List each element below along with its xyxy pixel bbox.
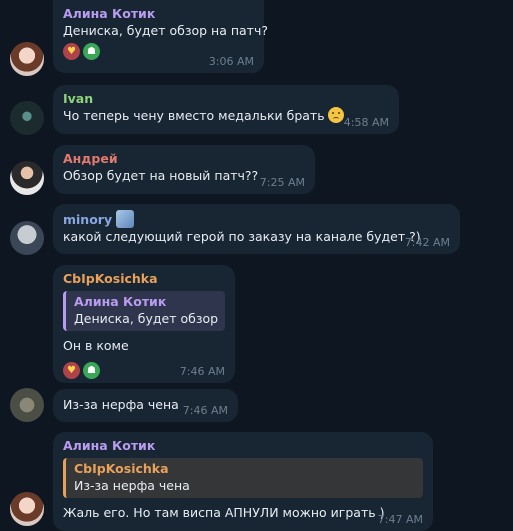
avatar-alina-icon[interactable] — [10, 492, 44, 526]
message-time: 7:46 AM — [179, 365, 225, 378]
message-bubble[interactable]: minory какой следующий герой по заказу н… — [53, 204, 460, 254]
message-bubble[interactable]: CbIpKosichka Алина Котик Дениска, будет … — [53, 265, 235, 383]
reply-text: Дениска, будет обзор... — [74, 311, 218, 326]
avatar-andrey-icon[interactable] — [10, 161, 44, 195]
avatar-minory-icon[interactable] — [10, 221, 44, 255]
message-time: 7:42 AM — [404, 236, 450, 249]
message-time: 3:06 AM — [208, 55, 254, 68]
avatar-ivan-icon[interactable] — [10, 101, 44, 135]
reply-sender: Алина Котик — [74, 294, 167, 309]
sender-name[interactable]: Алина Котик — [63, 6, 254, 22]
reply-sender: CbIpKosichka — [74, 461, 169, 476]
message-text: Жаль его. Но там виспа АПНУЛИ можно игра… — [63, 505, 385, 520]
message-time: 4:58 AM — [343, 116, 389, 129]
message-bubble[interactable]: Андрей Обзор будет на новый патч?? 7:25 … — [53, 145, 315, 194]
heart-eyes-icon[interactable]: ♥ — [63, 362, 80, 379]
reply-text: Из-за нерфа чена — [74, 478, 190, 493]
message-time: 7:25 AM — [259, 176, 305, 189]
message-bubble[interactable]: Алина Котик Дениска, будет обзор на патч… — [53, 0, 268, 73]
sender-name[interactable]: Алина Котик — [63, 438, 423, 454]
heart-eyes-icon[interactable]: ♥ — [63, 43, 80, 60]
message-time: 7:47 AM — [377, 513, 423, 526]
message-text: какой следующий герой по заказу на канал… — [63, 229, 421, 244]
ghost-icon[interactable]: ☗ — [83, 43, 100, 60]
message-bubble[interactable]: Ivan Чо теперь чену вместо медальки брат… — [53, 85, 399, 134]
anime-sticker-icon — [116, 210, 135, 228]
message-text: Чо теперь чену вместо медальки брать — [63, 107, 389, 124]
reply-quote[interactable]: CbIpKosichka Из-за нерфа чена — [63, 458, 423, 498]
message-bubble[interactable]: Алина Котик CbIpKosichka Из-за нерфа чен… — [53, 432, 433, 531]
sender-name[interactable]: Андрей — [63, 151, 305, 167]
message-text: Дениска, будет обзор на патч? — [63, 23, 268, 38]
message-bubble[interactable]: Из-за нерфа чена 7:46 AM — [53, 389, 238, 422]
sad-face-icon — [327, 107, 344, 123]
message-text: Он в коме — [63, 338, 129, 353]
ghost-icon[interactable]: ☗ — [83, 362, 100, 379]
sender-name[interactable]: Ivan — [63, 91, 389, 107]
reply-quote[interactable]: Алина Котик Дениска, будет обзор... — [63, 291, 225, 331]
message-time: 7:46 AM — [182, 404, 228, 417]
sender-name[interactable]: minory — [63, 210, 450, 228]
avatar-cbip-icon[interactable] — [10, 388, 44, 422]
sender-name[interactable]: CbIpKosichka — [63, 271, 225, 287]
avatar-alina-icon[interactable] — [10, 42, 44, 76]
